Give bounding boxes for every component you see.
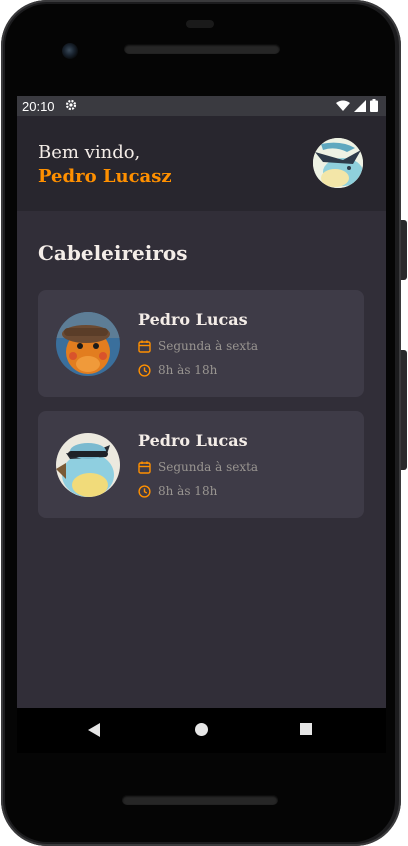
provider-hours: 8h às 18h <box>138 484 217 498</box>
status-icons <box>336 99 378 115</box>
top-speaker <box>124 44 280 54</box>
user-name[interactable]: Pedro Lucasz <box>38 165 172 189</box>
calendar-icon <box>138 461 151 474</box>
welcome-text: Bem vindo, <box>38 142 141 163</box>
home-icon[interactable] <box>194 722 209 742</box>
earpiece <box>186 20 214 28</box>
phone-device: 20:10 Bem vindo, Pedro Lucasz Cabeleirei… <box>0 0 408 846</box>
signal-icon <box>354 99 366 115</box>
section-title: Cabeleireiros <box>38 241 188 265</box>
clock-icon <box>138 363 151 377</box>
provider-avatar <box>56 312 120 376</box>
clock-icon <box>138 484 151 498</box>
provider-avatar <box>56 433 120 497</box>
provider-hours-label: 8h às 18h <box>158 484 218 498</box>
front-camera-icon <box>62 43 78 59</box>
settings-icon <box>65 99 77 113</box>
provider-name: Pedro Lucas <box>138 310 248 329</box>
battery-icon <box>370 99 378 115</box>
wifi-icon <box>336 100 350 115</box>
bottom-speaker <box>122 795 278 805</box>
android-nav-bar <box>17 708 386 753</box>
provider-card[interactable]: Pedro Lucas Segunda à sexta 8h às 18h <box>38 290 364 397</box>
recent-apps-icon[interactable] <box>299 722 313 741</box>
provider-hours-label: 8h às 18h <box>158 363 218 377</box>
provider-hours: 8h às 18h <box>138 363 217 377</box>
status-time: 20:10 <box>22 98 55 114</box>
power-button <box>401 220 407 280</box>
provider-name: Pedro Lucas <box>138 431 248 450</box>
volume-button <box>401 350 407 470</box>
back-icon[interactable] <box>87 722 101 743</box>
provider-days-label: Segunda à sexta <box>158 339 259 353</box>
app-header: Bem vindo, Pedro Lucasz <box>17 116 386 211</box>
app-screen: 20:10 Bem vindo, Pedro Lucasz Cabeleirei… <box>17 96 386 708</box>
user-avatar[interactable] <box>313 138 363 188</box>
provider-days: Segunda à sexta <box>138 460 258 474</box>
calendar-icon <box>138 340 151 353</box>
provider-days-label: Segunda à sexta <box>158 460 259 474</box>
status-bar: 20:10 <box>17 96 386 116</box>
provider-days: Segunda à sexta <box>138 339 258 353</box>
provider-card[interactable]: Pedro Lucas Segunda à sexta 8h às 18h <box>38 411 364 518</box>
